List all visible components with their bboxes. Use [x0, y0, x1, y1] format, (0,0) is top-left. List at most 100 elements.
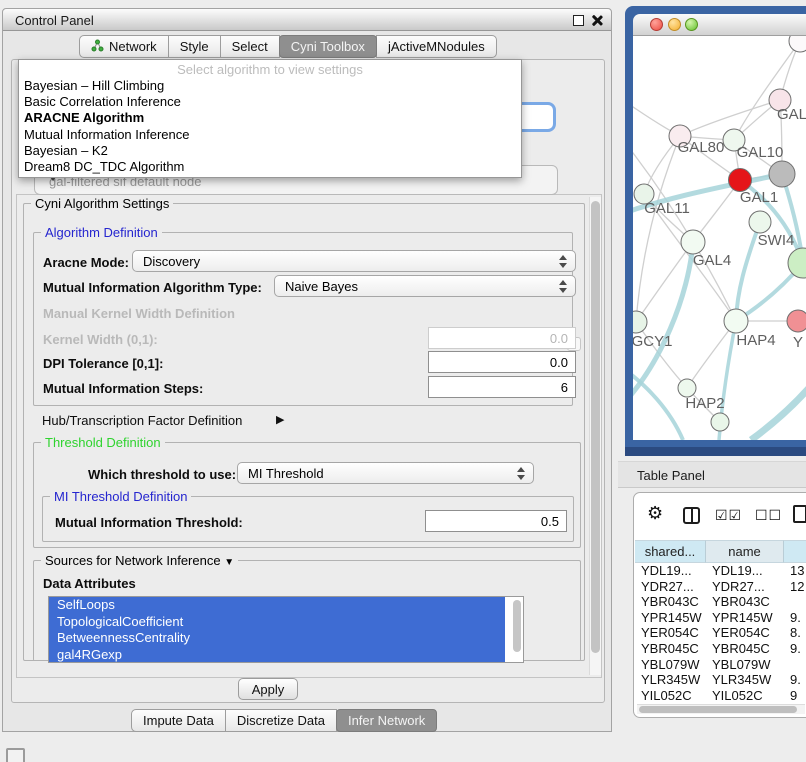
- close-traffic-light-icon[interactable]: [650, 18, 663, 31]
- network-canvas[interactable]: GALGAL80GAL10GAL1GAL11SWI4GAL4HAP4YGCY1H…: [633, 36, 806, 440]
- algorithm-option[interactable]: Bayesian – Hill Climbing: [19, 78, 521, 94]
- aracne-mode-combo[interactable]: Discovery: [132, 250, 576, 272]
- table-cell[interactable]: [784, 594, 806, 610]
- tab-network[interactable]: Network: [79, 35, 169, 58]
- algorithm-option[interactable]: ARACNE Algorithm: [19, 110, 521, 126]
- network-edge-highlighted[interactable]: [751, 388, 806, 440]
- zoom-traffic-light-icon[interactable]: [685, 18, 698, 31]
- disclosure-right-icon[interactable]: ▶: [276, 413, 284, 426]
- tab-impute-data[interactable]: Impute Data: [131, 709, 226, 732]
- table-cell[interactable]: 9.: [784, 672, 806, 688]
- tab-discretize-data[interactable]: Discretize Data: [225, 709, 337, 732]
- table-cell[interactable]: 9.: [784, 641, 806, 657]
- list-scrollbar-thumb[interactable]: [513, 600, 521, 652]
- mi-threshold-field[interactable]: 0.5: [425, 510, 567, 532]
- table-cell[interactable]: YBL079W: [706, 657, 784, 673]
- tab-select[interactable]: Select: [220, 35, 280, 58]
- scrollbar-thumb[interactable]: [591, 201, 600, 653]
- table-cell[interactable]: YBR045C: [635, 641, 706, 657]
- table-cell[interactable]: YDR27...: [635, 579, 706, 595]
- tab-infer-network[interactable]: Infer Network: [336, 709, 437, 732]
- network-node[interactable]: [769, 161, 795, 187]
- network-node[interactable]: [788, 248, 806, 278]
- data-attribute-item[interactable]: gal4RGexp: [49, 647, 505, 664]
- table-cell[interactable]: YBL079W: [635, 657, 706, 673]
- settings-vertical-scrollbar[interactable]: [589, 197, 601, 675]
- table-cell[interactable]: YIL052C: [706, 688, 784, 704]
- table-cell[interactable]: YIL052C: [635, 688, 706, 704]
- network-view-titlebar[interactable]: [633, 14, 806, 36]
- close-icon[interactable]: [591, 14, 603, 26]
- network-node[interactable]: [789, 36, 806, 52]
- tab-style[interactable]: Style: [168, 35, 221, 58]
- table-cell[interactable]: YLR345W: [635, 672, 706, 688]
- table-panel-header[interactable]: Table Panel: [618, 461, 806, 488]
- data-attribute-item[interactable]: SelfLoops: [49, 597, 505, 614]
- columns-icon[interactable]: [683, 507, 700, 524]
- which-threshold-combo[interactable]: MI Threshold: [237, 462, 534, 484]
- network-node[interactable]: [711, 413, 729, 431]
- table-cell[interactable]: [784, 657, 806, 673]
- network-edge[interactable]: [734, 41, 800, 140]
- data-attribute-item[interactable]: TopologicalCoefficient: [49, 614, 505, 631]
- table-cell[interactable]: YLR345W: [706, 672, 784, 688]
- table-cell[interactable]: YER054C: [706, 625, 784, 641]
- network-node[interactable]: [633, 311, 647, 333]
- scrollbar-thumb[interactable]: [639, 706, 797, 713]
- column-header[interactable]: [784, 540, 806, 563]
- mi-steps-field[interactable]: 6: [428, 376, 576, 398]
- mi-algorithm-type-combo[interactable]: Naive Bayes: [274, 275, 576, 297]
- table-cell[interactable]: 12: [784, 579, 806, 595]
- select-columns-checked-icon[interactable]: ☑☑: [715, 507, 742, 524]
- tab-cyni-toolbox[interactable]: Cyni Toolbox: [279, 35, 377, 58]
- data-attributes-list[interactable]: SelfLoopsTopologicalCoefficientBetweenne…: [48, 596, 524, 663]
- table-cell[interactable]: YDL19...: [635, 563, 706, 579]
- table-cell[interactable]: YER054C: [635, 625, 706, 641]
- table-horizontal-scrollbar[interactable]: [637, 704, 805, 714]
- float-window-icon[interactable]: [573, 15, 584, 26]
- export-table-icon[interactable]: [793, 505, 806, 523]
- table-cell[interactable]: 8.: [784, 625, 806, 641]
- disclosure-down-icon[interactable]: ▼: [224, 557, 234, 568]
- algorithm-option[interactable]: Dream8 DC_TDC Algorithm: [19, 159, 521, 175]
- select-columns-unchecked-icon[interactable]: ☐☐: [755, 507, 782, 524]
- table-row[interactable]: YIL052CYIL052C9: [635, 688, 806, 704]
- algorithm-option[interactable]: Mutual Information Inference: [19, 127, 521, 143]
- network-node[interactable]: [724, 309, 748, 333]
- table-cell[interactable]: YPR145W: [706, 610, 784, 626]
- table-row[interactable]: YLR345WYLR345W9.: [635, 672, 806, 688]
- data-attribute-item[interactable]: BetweennessCentrality: [49, 630, 505, 647]
- table-cell[interactable]: 9: [784, 688, 806, 704]
- apply-button[interactable]: Apply: [238, 678, 298, 700]
- table-row[interactable]: YPR145WYPR145W9.: [635, 610, 806, 626]
- table-cell[interactable]: YBR043C: [706, 594, 784, 610]
- algorithm-option[interactable]: Bayesian – K2: [19, 143, 521, 159]
- column-header[interactable]: shared...: [635, 540, 706, 563]
- table-cell[interactable]: YBR045C: [706, 641, 784, 657]
- network-edge-highlighted[interactable]: [633, 366, 683, 440]
- table-cell[interactable]: 13: [784, 563, 806, 579]
- control-panel-titlebar[interactable]: Control Panel: [3, 9, 611, 31]
- table-row[interactable]: YDR27...YDR27...12: [635, 579, 806, 595]
- table-row[interactable]: YDL19...YDL19...13: [635, 563, 806, 579]
- network-node[interactable]: [681, 230, 705, 254]
- column-header[interactable]: name: [706, 540, 784, 563]
- network-edge[interactable]: [636, 136, 680, 322]
- network-node[interactable]: [749, 211, 771, 233]
- table-cell[interactable]: YDL19...: [706, 563, 784, 579]
- tab-jactivemnodules[interactable]: jActiveMNodules: [376, 35, 497, 58]
- table-cell[interactable]: YPR145W: [635, 610, 706, 626]
- table-cell[interactable]: YDR27...: [706, 579, 784, 595]
- network-node[interactable]: [787, 310, 806, 332]
- minimize-traffic-light-icon[interactable]: [668, 18, 681, 31]
- algorithm-option[interactable]: Basic Correlation Inference: [19, 94, 521, 110]
- table-cell[interactable]: 9.: [784, 610, 806, 626]
- table-row[interactable]: YBR045CYBR045C9.: [635, 641, 806, 657]
- table-row[interactable]: YBR043CYBR043C: [635, 594, 806, 610]
- dpi-tolerance-field[interactable]: 0.0: [428, 351, 576, 373]
- gear-icon[interactable]: ⚙: [647, 504, 663, 522]
- table-row[interactable]: YER054CYER054C8.: [635, 625, 806, 641]
- restore-panel-icon[interactable]: [6, 748, 25, 762]
- table-cell[interactable]: YBR043C: [635, 594, 706, 610]
- table-row[interactable]: YBL079WYBL079W: [635, 657, 806, 673]
